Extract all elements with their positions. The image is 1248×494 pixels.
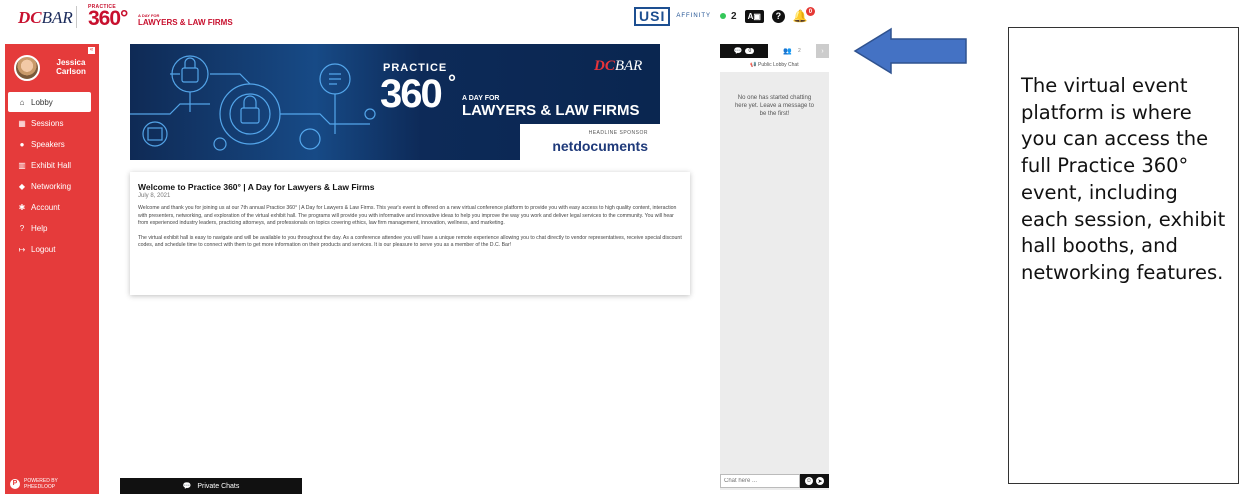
notifications-bell-icon[interactable]: 🔔 0 xyxy=(793,7,815,23)
sidebar-item-label: Help xyxy=(31,223,48,233)
welcome-date: July 8, 2021 xyxy=(138,193,171,199)
welcome-card: Welcome to Practice 360° | A Day for Law… xyxy=(130,172,690,295)
chat-panel: 💬 0 👥 2 › 📢 Public Lobby Chat No one has s… xyxy=(720,44,829,490)
private-chats-button[interactable]: 💬 Private Chats xyxy=(120,478,302,494)
pheedloop-logo-icon: P xyxy=(10,479,20,489)
banner-dc-text: DC xyxy=(594,58,615,74)
chat-panel-toggle-icon[interactable]: › xyxy=(816,44,829,58)
usi-affinity-logo[interactable]: USI AFFINITY xyxy=(634,6,711,26)
banner-dayfor-text: A DAY FOR xyxy=(462,95,500,102)
welcome-title: Welcome to Practice 360° | A Day for Law… xyxy=(138,182,375,192)
dc-bar-logo-dc: DC xyxy=(18,8,42,27)
home-icon: ⌂ xyxy=(19,97,25,107)
logo-360-text: 360° xyxy=(88,7,128,30)
logo-divider xyxy=(76,6,77,28)
tab-attendees[interactable]: 👥 2 xyxy=(768,44,816,58)
circuit-lock-graphic xyxy=(130,55,376,151)
sidebar-item-label: Exhibit Hall xyxy=(31,160,72,170)
sidebar-item-exhibit-hall[interactable]: ▥ Exhibit Hall xyxy=(8,155,91,175)
users-icon: ◆ xyxy=(18,181,26,191)
netdocuments-logo: netdocuments xyxy=(552,138,648,154)
banner-dc-bar-logo: DCBAR xyxy=(594,58,642,75)
chat-tabs: 💬 0 👥 2 › xyxy=(720,44,829,58)
emoji-icon[interactable]: ☺ xyxy=(805,477,813,485)
sidebar-item-label: Sessions xyxy=(31,118,64,128)
public-lobby-chat-label: 📢 Public Lobby Chat xyxy=(720,58,829,72)
user-name[interactable]: Jessica Carlson xyxy=(47,58,95,76)
chat-empty-message: No one has started chatting here yet. Le… xyxy=(734,95,815,117)
collapse-sidebar-icon[interactable]: « xyxy=(88,47,95,54)
sidebar-item-label: Account xyxy=(31,202,60,212)
online-count: 2 xyxy=(731,10,737,22)
sidebar: « Jessica Carlson ⌂ Lobby ▦ Sessions ● Spea… xyxy=(5,44,99,494)
logo-law-text: LAWYERS & LAW FIRMS xyxy=(138,18,233,27)
send-icon[interactable]: ➤ xyxy=(816,477,824,485)
banner-bar-text: BAR xyxy=(614,58,643,74)
welcome-paragraph: The virtual exhibit hall is easy to navi… xyxy=(138,234,682,249)
event-banner: PRACTICE 360 ° A DAY FOR LAWYERS & LAW F… xyxy=(130,44,660,160)
person-icon: ● xyxy=(19,139,25,149)
users-icon: 👥 xyxy=(783,48,792,55)
powered-by-pheedloop[interactable]: P POWERED BY PHEEDLOOP xyxy=(10,478,58,490)
megaphone-icon: 📢 xyxy=(750,62,759,68)
sidebar-item-logout[interactable]: ↦ Logout xyxy=(8,239,91,259)
logout-icon: ↦ xyxy=(18,244,26,254)
sidebar-item-help[interactable]: ? Help xyxy=(8,218,91,238)
arrow-shape xyxy=(853,27,967,75)
calendar-icon: ▦ xyxy=(18,118,26,128)
sidebar-item-lobby[interactable]: ⌂ Lobby xyxy=(8,92,91,112)
top-icons: 2 A▣ ? 🔔 0 xyxy=(720,7,815,24)
avatar[interactable] xyxy=(14,55,40,81)
chat-bubble-icon: 💬 xyxy=(182,483,192,490)
gear-icon: ✱ xyxy=(18,202,26,212)
powered-by-text: POWERED BY PHEEDLOOP xyxy=(24,478,58,490)
sidebar-nav: ⌂ Lobby ▦ Sessions ● Speakers ▥ Exhibit Hall… xyxy=(8,92,91,260)
annotation-box: The virtual event platform is where you … xyxy=(1008,27,1239,484)
banner-law-text: LAWYERS & LAW FIRMS xyxy=(462,102,640,119)
sidebar-item-networking[interactable]: ◆ Networking xyxy=(8,176,91,196)
sidebar-item-speakers[interactable]: ● Speakers xyxy=(8,134,91,154)
attendee-count: 2 xyxy=(797,48,801,54)
dc-bar-logo-bar: BAR xyxy=(41,8,73,27)
accessibility-icon[interactable]: A▣ xyxy=(744,9,764,23)
welcome-paragraph: Welcome and thank you for joining us at … xyxy=(138,205,677,226)
annotation-arrow xyxy=(853,27,967,75)
dc-bar-logo[interactable]: DCBAR xyxy=(18,8,73,28)
chat-count-badge: 0 xyxy=(745,48,755,54)
online-indicator[interactable]: 2 xyxy=(720,11,737,22)
chat-input[interactable] xyxy=(720,474,800,488)
banner-360-text: 360 xyxy=(380,72,443,116)
top-bar: DCBAR PRACTICE 360° A DAY FOR LAWYERS & … xyxy=(0,0,845,34)
sidebar-item-sessions[interactable]: ▦ Sessions xyxy=(8,113,91,133)
tab-chat[interactable]: 💬 0 xyxy=(720,44,768,58)
usi-logo-text: USI xyxy=(634,6,671,26)
sidebar-item-account[interactable]: ✱ Account xyxy=(8,197,91,217)
sidebar-item-label: Networking xyxy=(31,181,72,191)
banner-degree-text: ° xyxy=(448,72,456,94)
private-chats-label: Private Chats xyxy=(197,482,240,490)
chat-bubble-icon: 💬 xyxy=(733,48,743,55)
headline-sponsor-label: HEADLINE SPONSOR xyxy=(588,130,648,136)
help-circle-icon[interactable]: ? xyxy=(771,9,785,23)
headline-sponsor[interactable]: HEADLINE SPONSOR netdocuments xyxy=(520,124,660,160)
notification-count-badge: 0 xyxy=(805,7,815,16)
online-dot-icon xyxy=(720,13,726,19)
powered-by-line2: PHEEDLOOP xyxy=(24,484,56,490)
sidebar-item-label: Speakers xyxy=(31,139,65,149)
usi-affinity-text: AFFINITY xyxy=(676,13,712,19)
question-icon: ? xyxy=(19,223,25,233)
chat-actions: ☺ ➤ xyxy=(800,474,829,488)
annotation-text: The virtual event platform is where you … xyxy=(1021,74,1226,284)
lobby-label-text: Public Lobby Chat xyxy=(758,62,799,68)
sidebar-item-label: Logout xyxy=(31,244,56,254)
sidebar-item-label: Lobby xyxy=(31,97,53,107)
store-icon: ▥ xyxy=(18,160,26,170)
